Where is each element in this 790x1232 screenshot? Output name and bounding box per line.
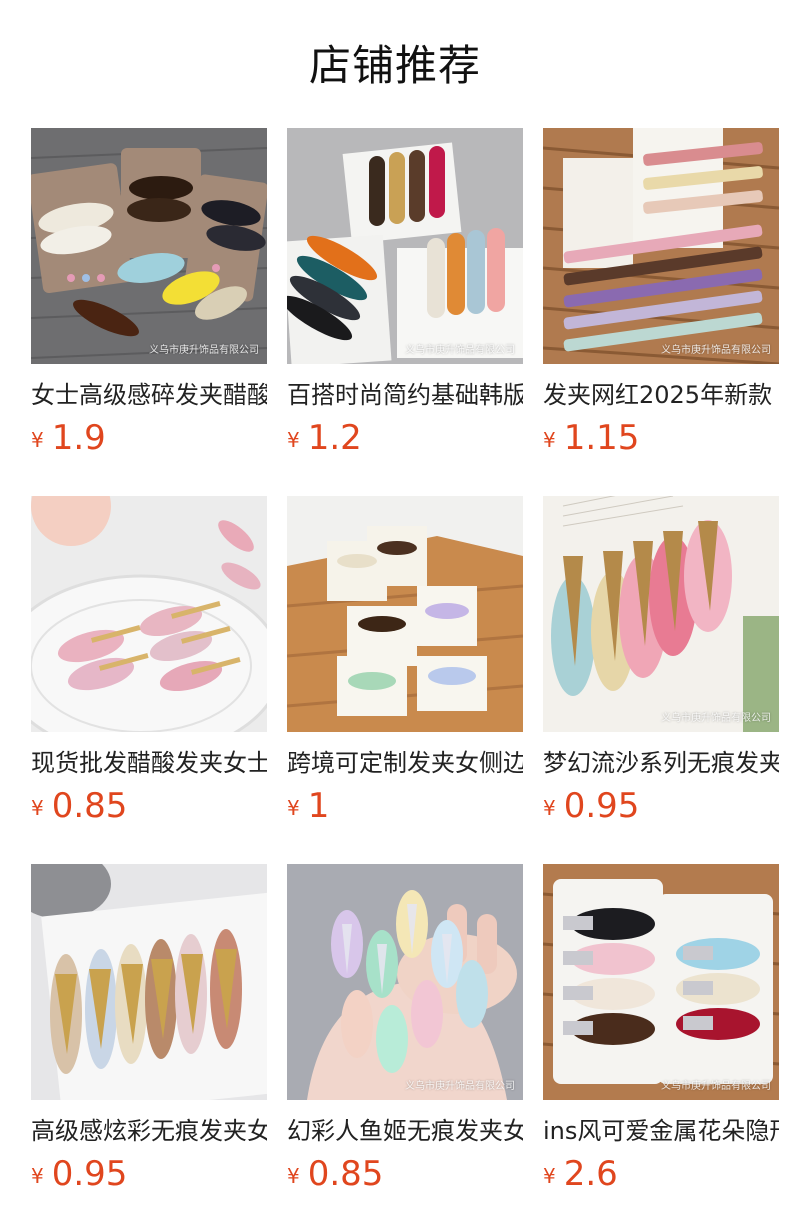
currency-symbol: ¥ xyxy=(543,428,556,452)
price-value: 1.2 xyxy=(307,418,362,458)
product-name[interactable]: 梦幻流沙系列无痕发夹 xyxy=(543,746,779,780)
product-name[interactable]: 女士高级感碎发夹醋酸 xyxy=(31,378,267,412)
currency-symbol: ¥ xyxy=(287,1164,300,1188)
currency-symbol: ¥ xyxy=(543,1164,556,1188)
page-title: 店铺推荐 xyxy=(308,41,481,90)
product-name[interactable]: ins风可爱金属花朵隐形 xyxy=(543,1114,779,1148)
currency-symbol: ¥ xyxy=(31,1164,44,1188)
product-price: ¥1 xyxy=(287,786,523,826)
product-image[interactable] xyxy=(287,496,523,732)
price-value: 0.95 xyxy=(51,1154,128,1194)
product-card[interactable]: 义乌市庚升饰品有限公司 发夹网红2025年新款 ¥1.15 xyxy=(543,128,779,458)
product-price: ¥0.85 xyxy=(287,1154,523,1194)
product-price: ¥0.85 xyxy=(31,786,267,826)
product-price: ¥1.15 xyxy=(543,418,779,458)
product-name[interactable]: 发夹网红2025年新款 xyxy=(543,378,779,412)
watermark: 义乌市庚升饰品有限公司 xyxy=(149,345,259,356)
price-value: 1.15 xyxy=(563,418,640,458)
product-name[interactable]: 幻彩人鱼姬无痕发夹女 xyxy=(287,1114,523,1148)
watermark: 义乌市庚升饰品有限公司 xyxy=(661,1081,771,1092)
product-card[interactable]: 跨境可定制发夹女侧边 ¥1 xyxy=(287,496,523,826)
currency-symbol: ¥ xyxy=(543,796,556,820)
product-price: ¥1.9 xyxy=(31,418,267,458)
product-card[interactable]: 现货批发醋酸发夹女士 ¥0.85 xyxy=(31,496,267,826)
watermark: 义乌市庚升饰品有限公司 xyxy=(661,713,771,724)
product-image[interactable]: 义乌市庚升饰品有限公司 xyxy=(543,496,779,732)
product-card[interactable]: 义乌市庚升饰品有限公司 女士高级感碎发夹醋酸 ¥1.9 xyxy=(31,128,267,458)
product-price: ¥1.2 xyxy=(287,418,523,458)
product-image[interactable]: 义乌市庚升饰品有限公司 xyxy=(543,128,779,364)
product-card[interactable]: 高级感炫彩无痕发夹女 ¥0.95 xyxy=(31,864,267,1194)
price-value: 1.9 xyxy=(51,418,106,458)
product-price: ¥2.6 xyxy=(543,1154,779,1194)
product-name[interactable]: 高级感炫彩无痕发夹女 xyxy=(31,1114,267,1148)
product-image[interactable]: 义乌市庚升饰品有限公司 xyxy=(287,128,523,364)
product-card[interactable]: 义乌市庚升饰品有限公司 百搭时尚简约基础韩版 ¥1.2 xyxy=(287,128,523,458)
watermark: 义乌市庚升饰品有限公司 xyxy=(661,345,771,356)
product-image[interactable]: 义乌市庚升饰品有限公司 xyxy=(543,864,779,1100)
product-image[interactable] xyxy=(31,496,267,732)
currency-symbol: ¥ xyxy=(287,796,300,820)
price-value: 0.85 xyxy=(307,1154,384,1194)
product-name[interactable]: 百搭时尚简约基础韩版 xyxy=(287,378,523,412)
product-card[interactable]: 义乌市庚升饰品有限公司 ins风可爱金属花朵隐形 ¥2.6 xyxy=(543,864,779,1194)
product-image[interactable] xyxy=(31,864,267,1100)
currency-symbol: ¥ xyxy=(31,796,44,820)
watermark: 义乌市庚升饰品有限公司 xyxy=(405,345,515,356)
product-name[interactable]: 现货批发醋酸发夹女士 xyxy=(31,746,267,780)
price-value: 2.6 xyxy=(563,1154,618,1194)
product-image[interactable]: 义乌市庚升饰品有限公司 xyxy=(287,864,523,1100)
price-value: 1 xyxy=(307,786,330,826)
watermark: 义乌市庚升饰品有限公司 xyxy=(405,1081,515,1092)
price-value: 0.95 xyxy=(563,786,640,826)
product-name[interactable]: 跨境可定制发夹女侧边 xyxy=(287,746,523,780)
product-price: ¥0.95 xyxy=(543,786,779,826)
currency-symbol: ¥ xyxy=(31,428,44,452)
product-image[interactable]: 义乌市庚升饰品有限公司 xyxy=(31,128,267,364)
price-value: 0.85 xyxy=(51,786,128,826)
product-card[interactable]: 义乌市庚升饰品有限公司 梦幻流沙系列无痕发夹 ¥0.95 xyxy=(543,496,779,826)
product-card[interactable]: 义乌市庚升饰品有限公司 幻彩人鱼姬无痕发夹女 ¥0.85 xyxy=(287,864,523,1194)
product-price: ¥0.95 xyxy=(31,1154,267,1194)
currency-symbol: ¥ xyxy=(287,428,300,452)
